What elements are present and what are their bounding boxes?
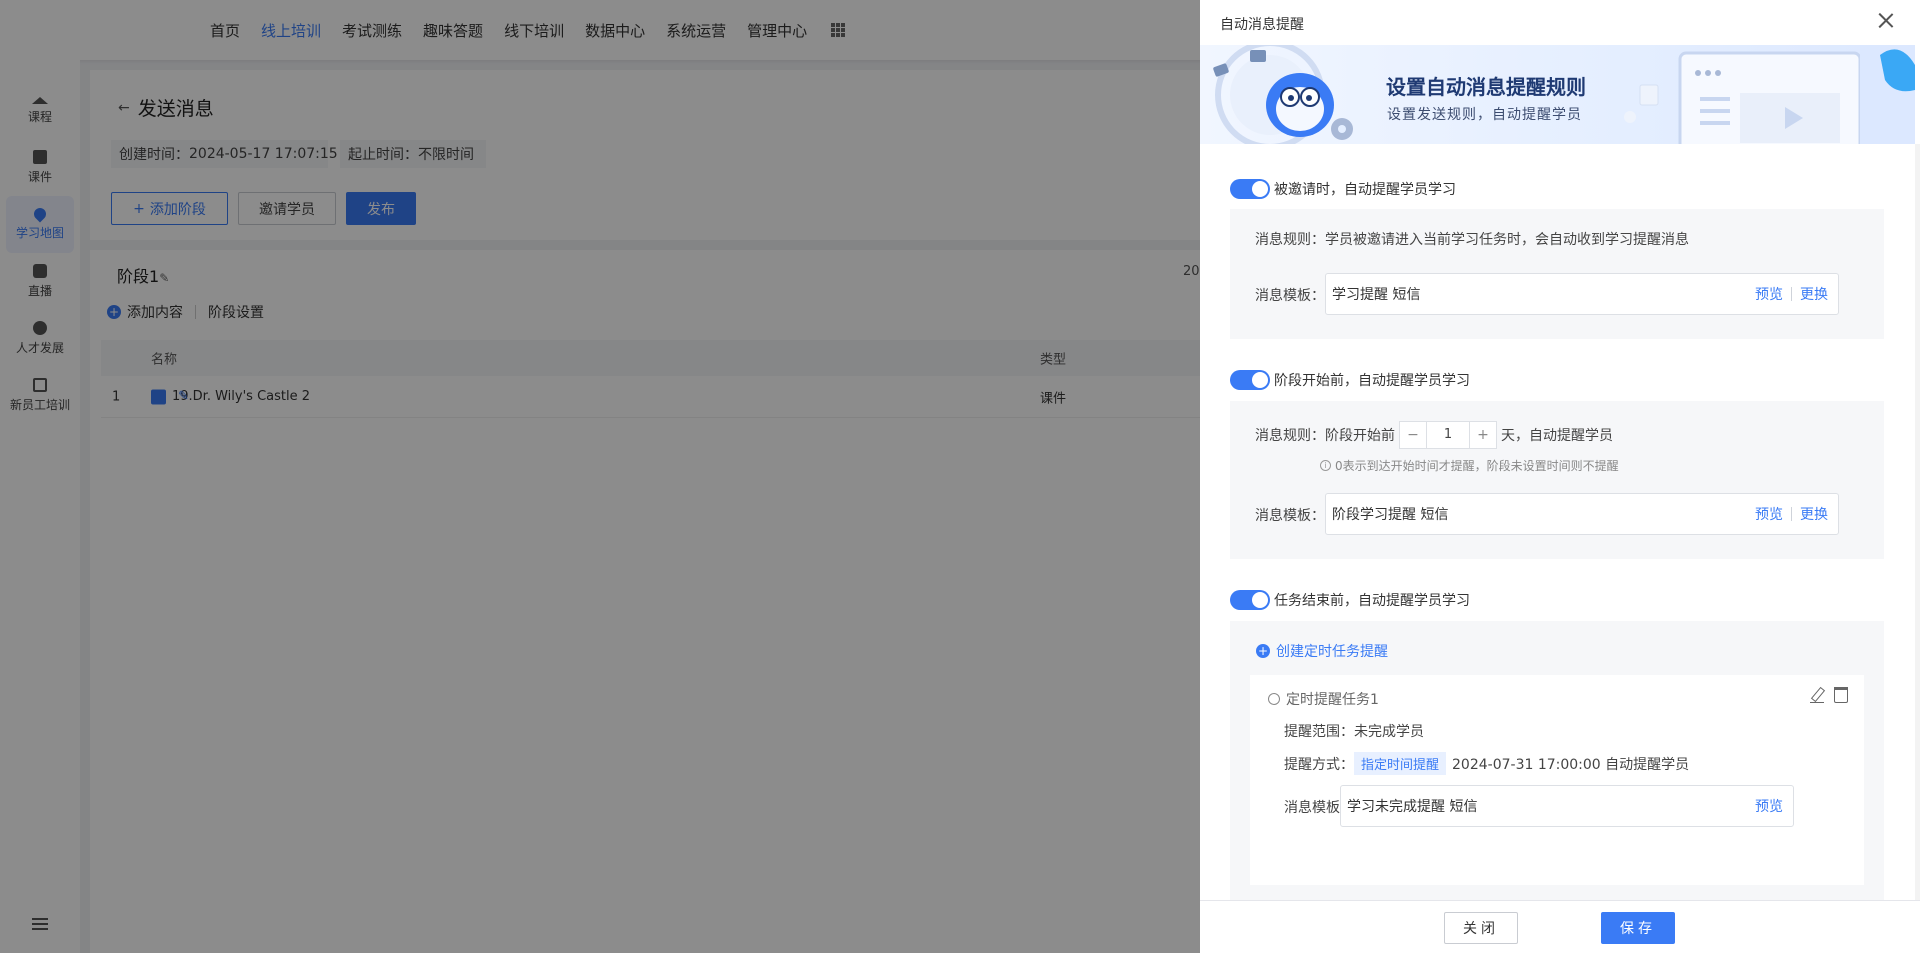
task-tools bbox=[1810, 687, 1848, 703]
section-invite-toggle-row: 被邀请时，自动提醒学员学习 bbox=[1230, 179, 1456, 199]
template-links: 预览 更换 bbox=[1755, 284, 1828, 304]
create-link-text: 创建定时任务提醒 bbox=[1276, 644, 1388, 660]
task-title-text: 定时提醒任务1 bbox=[1286, 692, 1379, 708]
template-value: 学习提醒 短信 bbox=[1332, 287, 1421, 303]
rule-label: 消息规则： bbox=[1255, 232, 1325, 248]
section-title: 阶段开始前，自动提醒学员学习 bbox=[1274, 373, 1470, 389]
days-input[interactable]: 1 bbox=[1426, 422, 1470, 448]
create-scheduled-task-link[interactable]: + 创建定时任务提醒 bbox=[1256, 641, 1388, 661]
trash-icon[interactable] bbox=[1834, 687, 1848, 703]
task-title: 定时提醒任务1 bbox=[1268, 689, 1379, 709]
template-field: 学习未完成提醒 短信 预览 bbox=[1340, 785, 1794, 827]
divider bbox=[1791, 507, 1792, 521]
template-value: 阶段学习提醒 短信 bbox=[1332, 507, 1449, 523]
scope-value: 未完成学员 bbox=[1354, 724, 1424, 740]
template-value: 学习未完成提醒 短信 bbox=[1347, 799, 1478, 815]
preview-link[interactable]: 预览 bbox=[1755, 796, 1783, 816]
preview-link[interactable]: 预览 bbox=[1755, 284, 1783, 304]
stage-start-rule-panel: 消息规则： 阶段开始前 − 1 + 天，自动提醒学员 i 0表示到达开始时间才提… bbox=[1230, 401, 1884, 559]
scheduled-task-card: 定时提醒任务1 提醒范围： 未完成学员 提醒方式： 指定时间提醒 2024-07… bbox=[1250, 675, 1864, 885]
stage-start-reminder-toggle[interactable] bbox=[1230, 370, 1270, 390]
task-end-panel: + 创建定时任务提醒 定时提醒任务1 提醒范围： 未完成学员 提醒方式： 指定时… bbox=[1230, 621, 1884, 900]
banner-title: 设置自动消息提醒规则 bbox=[1386, 75, 1586, 99]
template-label: 消息模板： bbox=[1255, 288, 1325, 304]
template-links: 预览 bbox=[1755, 796, 1783, 816]
rule-prefix: 阶段开始前 bbox=[1325, 428, 1395, 444]
section-title: 任务结束前，自动提醒学员学习 bbox=[1274, 593, 1470, 609]
scope-label: 提醒范围： bbox=[1284, 724, 1354, 740]
section-stage-start-toggle-row: 阶段开始前，自动提醒学员学习 bbox=[1230, 370, 1470, 390]
message-rule: 消息规则： 阶段开始前 − 1 + 天，自动提醒学员 bbox=[1255, 421, 1613, 449]
drawer-footer: 关闭 保存 bbox=[1200, 900, 1920, 953]
days-stepper: − 1 + bbox=[1399, 421, 1497, 449]
banner-subtitle: 设置发送规则，自动提醒学员 bbox=[1387, 107, 1582, 123]
close-icon[interactable] bbox=[1878, 12, 1894, 28]
section-task-end-toggle-row: 任务结束前，自动提醒学员学习 bbox=[1230, 590, 1470, 610]
divider bbox=[1791, 287, 1792, 301]
decrement-button[interactable]: − bbox=[1400, 422, 1426, 448]
drawer-content: 被邀请时，自动提醒学员学习 消息规则： 学员被邀请进入当前学习任务时，会自动收到… bbox=[1200, 144, 1915, 900]
save-button[interactable]: 保存 bbox=[1601, 912, 1675, 944]
hint-text: 0表示到达开始时间才提醒，阶段未设置时间则不提醒 bbox=[1335, 459, 1619, 473]
drawer-scrollbar[interactable] bbox=[1915, 144, 1920, 900]
close-button[interactable]: 关闭 bbox=[1444, 912, 1518, 944]
replace-link[interactable]: 更换 bbox=[1800, 504, 1828, 524]
info-icon: i bbox=[1320, 460, 1331, 471]
template-field: 阶段学习提醒 短信 预览 更换 bbox=[1325, 493, 1839, 535]
banner: 设置自动消息提醒规则 设置发送规则，自动提醒学员 bbox=[1200, 45, 1915, 144]
template-label: 消息模板： bbox=[1255, 508, 1325, 524]
message-rule: 消息规则： 学员被邀请进入当前学习任务时，会自动收到学习提醒消息 bbox=[1255, 229, 1689, 249]
method-label: 提醒方式： bbox=[1284, 756, 1354, 773]
replace-link[interactable]: 更换 bbox=[1800, 284, 1828, 304]
rule-label: 消息规则： bbox=[1255, 428, 1325, 444]
increment-button[interactable]: + bbox=[1470, 422, 1496, 448]
task-scope: 提醒范围： 未完成学员 bbox=[1284, 721, 1424, 741]
rule-text: 学员被邀请进入当前学习任务时，会自动收到学习提醒消息 bbox=[1325, 232, 1689, 248]
add-circle-icon: + bbox=[1256, 644, 1270, 658]
invite-reminder-toggle[interactable] bbox=[1230, 179, 1270, 199]
invite-rule-panel: 消息规则： 学员被邀请进入当前学习任务时，会自动收到学习提醒消息 消息模板： 学… bbox=[1230, 209, 1884, 339]
method-tag: 指定时间提醒 bbox=[1354, 752, 1447, 775]
drawer-title: 自动消息提醒 bbox=[1220, 17, 1304, 33]
alarm-clock-icon bbox=[1268, 693, 1280, 705]
edit-icon[interactable] bbox=[1810, 687, 1824, 703]
method-value: 2024-07-31 17:00:00 自动提醒学员 bbox=[1452, 756, 1690, 773]
preview-link[interactable]: 预览 bbox=[1755, 504, 1783, 524]
task-method: 提醒方式： 指定时间提醒 2024-07-31 17:00:00 自动提醒学员 bbox=[1284, 752, 1689, 775]
auto-reminder-drawer: 自动消息提醒 设置自动消息提醒规则 设置发送规则，自动提醒学员 被邀请时，自动提… bbox=[1200, 0, 1920, 953]
rule-suffix: 天，自动提醒学员 bbox=[1501, 428, 1613, 444]
task-end-reminder-toggle[interactable] bbox=[1230, 590, 1270, 610]
template-links: 预览 更换 bbox=[1755, 504, 1828, 524]
template-field: 学习提醒 短信 预览 更换 bbox=[1325, 273, 1839, 315]
section-title: 被邀请时，自动提醒学员学习 bbox=[1274, 182, 1456, 198]
days-hint: i 0表示到达开始时间才提醒，阶段未设置时间则不提醒 bbox=[1320, 457, 1619, 474]
